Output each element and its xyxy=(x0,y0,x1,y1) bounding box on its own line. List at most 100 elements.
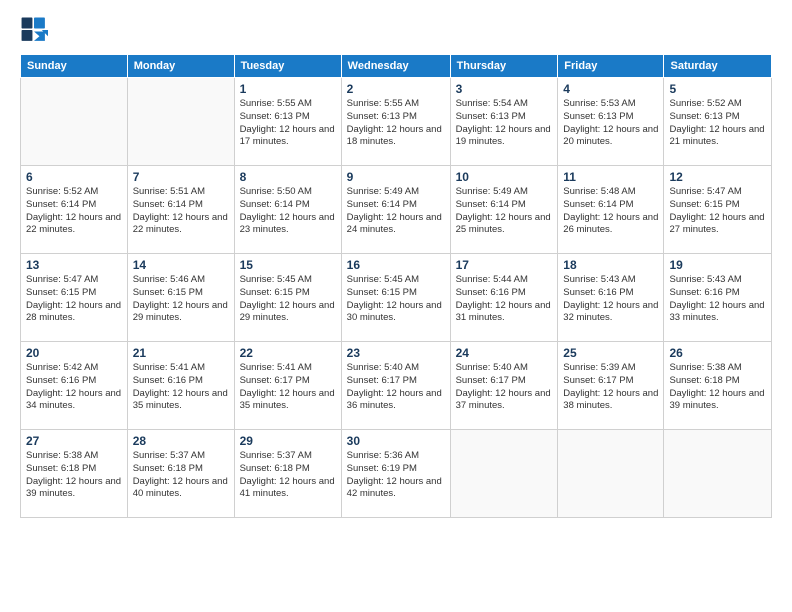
day-number: 28 xyxy=(133,434,229,448)
calendar-cell: 18 Sunrise: 5:43 AM Sunset: 6:16 PM Dayli… xyxy=(558,254,664,342)
calendar-week-4: 20 Sunrise: 5:42 AM Sunset: 6:16 PM Dayli… xyxy=(21,342,772,430)
calendar-cell: 2 Sunrise: 5:55 AM Sunset: 6:13 PM Daylig… xyxy=(341,78,450,166)
day-detail: Sunrise: 5:55 AM Sunset: 6:13 PM Dayligh… xyxy=(240,98,336,149)
calendar-cell: 25Sunrise: 5:39 AM Sunset: 6:17 PM Dayli… xyxy=(558,342,664,430)
day-detail: Sunrise: 5:50 AM Sunset: 6:14 PM Dayligh… xyxy=(240,186,336,237)
day-number: 7 xyxy=(133,170,229,184)
calendar-cell: 28 Sunrise: 5:37 AM Sunset: 6:18 PM Dayli… xyxy=(127,430,234,518)
calendar-cell: 7 Sunrise: 5:51 AM Sunset: 6:14 PM Daylig… xyxy=(127,166,234,254)
calendar-cell: 19 Sunrise: 5:43 AM Sunset: 6:16 PM Dayli… xyxy=(664,254,772,342)
header xyxy=(20,16,772,44)
day-detail: Sunrise: 5:44 AM Sunset: 6:16 PM Dayligh… xyxy=(456,274,553,325)
day-number: 19 xyxy=(669,258,766,272)
calendar-cell xyxy=(21,78,128,166)
calendar-cell: 24 Sunrise: 5:40 AM Sunset: 6:17 PM Dayli… xyxy=(450,342,558,430)
day-number: 26 xyxy=(669,346,766,360)
day-number: 2 xyxy=(347,82,445,96)
day-detail: Sunrise: 5:47 AM Sunset: 6:15 PM Dayligh… xyxy=(669,186,766,237)
calendar-cell: 13 Sunrise: 5:47 AM Sunset: 6:15 PM Dayli… xyxy=(21,254,128,342)
day-detail: Sunrise: 5:40 AM Sunset: 6:17 PM Dayligh… xyxy=(347,362,445,413)
day-number: 6 xyxy=(26,170,122,184)
day-detail: Sunrise: 5:51 AM Sunset: 6:14 PM Dayligh… xyxy=(133,186,229,237)
calendar-cell: 26 Sunrise: 5:38 AM Sunset: 6:18 PM Dayli… xyxy=(664,342,772,430)
day-number: 25 xyxy=(563,346,658,360)
day-number: 12 xyxy=(669,170,766,184)
weekday-header-wednesday: Wednesday xyxy=(341,55,450,78)
day-number: 18 xyxy=(563,258,658,272)
day-detail: Sunrise: 5:38 AM Sunset: 6:18 PM Dayligh… xyxy=(26,450,122,501)
day-detail: Sunrise: 5:37 AM Sunset: 6:18 PM Dayligh… xyxy=(133,450,229,501)
calendar-week-5: 27 Sunrise: 5:38 AM Sunset: 6:18 PM Dayli… xyxy=(21,430,772,518)
calendar-cell: 22 Sunrise: 5:41 AM Sunset: 6:17 PM Dayli… xyxy=(234,342,341,430)
day-detail: Sunrise: 5:42 AM Sunset: 6:16 PM Dayligh… xyxy=(26,362,122,413)
calendar-cell xyxy=(558,430,664,518)
calendar-cell: 21 Sunrise: 5:41 AM Sunset: 6:16 PM Dayli… xyxy=(127,342,234,430)
calendar-cell: 4Sunrise: 5:53 AM Sunset: 6:13 PM Daylig… xyxy=(558,78,664,166)
day-detail: Sunrise: 5:52 AM Sunset: 6:14 PM Dayligh… xyxy=(26,186,122,237)
day-number: 30 xyxy=(347,434,445,448)
day-number: 8 xyxy=(240,170,336,184)
day-detail: Sunrise: 5:38 AM Sunset: 6:18 PM Dayligh… xyxy=(669,362,766,413)
calendar-cell: 27 Sunrise: 5:38 AM Sunset: 6:18 PM Dayli… xyxy=(21,430,128,518)
day-number: 10 xyxy=(456,170,553,184)
weekday-header-tuesday: Tuesday xyxy=(234,55,341,78)
day-number: 29 xyxy=(240,434,336,448)
page: SundayMondayTuesdayWednesdayThursdayFrid… xyxy=(0,0,792,612)
calendar-cell: 14Sunrise: 5:46 AM Sunset: 6:15 PM Dayli… xyxy=(127,254,234,342)
day-detail: Sunrise: 5:45 AM Sunset: 6:15 PM Dayligh… xyxy=(240,274,336,325)
day-detail: Sunrise: 5:40 AM Sunset: 6:17 PM Dayligh… xyxy=(456,362,553,413)
logo-icon xyxy=(20,16,48,44)
day-detail: Sunrise: 5:46 AM Sunset: 6:15 PM Dayligh… xyxy=(133,274,229,325)
weekday-header-monday: Monday xyxy=(127,55,234,78)
calendar-cell: 15 Sunrise: 5:45 AM Sunset: 6:15 PM Dayli… xyxy=(234,254,341,342)
weekday-header-thursday: Thursday xyxy=(450,55,558,78)
day-number: 4 xyxy=(563,82,658,96)
logo xyxy=(20,16,52,44)
calendar-cell: 17 Sunrise: 5:44 AM Sunset: 6:16 PM Dayli… xyxy=(450,254,558,342)
calendar-cell xyxy=(450,430,558,518)
day-number: 22 xyxy=(240,346,336,360)
day-number: 5 xyxy=(669,82,766,96)
day-detail: Sunrise: 5:45 AM Sunset: 6:15 PM Dayligh… xyxy=(347,274,445,325)
day-number: 23 xyxy=(347,346,445,360)
calendar-cell: 9 Sunrise: 5:49 AM Sunset: 6:14 PM Daylig… xyxy=(341,166,450,254)
weekday-header-friday: Friday xyxy=(558,55,664,78)
calendar-week-2: 6 Sunrise: 5:52 AM Sunset: 6:14 PM Daylig… xyxy=(21,166,772,254)
day-number: 1 xyxy=(240,82,336,96)
day-number: 21 xyxy=(133,346,229,360)
calendar-cell: 12 Sunrise: 5:47 AM Sunset: 6:15 PM Dayli… xyxy=(664,166,772,254)
calendar-week-3: 13 Sunrise: 5:47 AM Sunset: 6:15 PM Dayli… xyxy=(21,254,772,342)
day-detail: Sunrise: 5:36 AM Sunset: 6:19 PM Dayligh… xyxy=(347,450,445,501)
day-number: 13 xyxy=(26,258,122,272)
calendar-cell: 29Sunrise: 5:37 AM Sunset: 6:18 PM Dayli… xyxy=(234,430,341,518)
calendar-cell: 8 Sunrise: 5:50 AM Sunset: 6:14 PM Daylig… xyxy=(234,166,341,254)
day-detail: Sunrise: 5:52 AM Sunset: 6:13 PM Dayligh… xyxy=(669,98,766,149)
day-number: 3 xyxy=(456,82,553,96)
day-detail: Sunrise: 5:43 AM Sunset: 6:16 PM Dayligh… xyxy=(563,274,658,325)
day-detail: Sunrise: 5:41 AM Sunset: 6:16 PM Dayligh… xyxy=(133,362,229,413)
day-detail: Sunrise: 5:49 AM Sunset: 6:14 PM Dayligh… xyxy=(347,186,445,237)
day-number: 27 xyxy=(26,434,122,448)
day-detail: Sunrise: 5:49 AM Sunset: 6:14 PM Dayligh… xyxy=(456,186,553,237)
calendar-cell: 1 Sunrise: 5:55 AM Sunset: 6:13 PM Daylig… xyxy=(234,78,341,166)
calendar-week-1: 1 Sunrise: 5:55 AM Sunset: 6:13 PM Daylig… xyxy=(21,78,772,166)
day-detail: Sunrise: 5:55 AM Sunset: 6:13 PM Dayligh… xyxy=(347,98,445,149)
calendar-cell: 6 Sunrise: 5:52 AM Sunset: 6:14 PM Daylig… xyxy=(21,166,128,254)
calendar-cell: 10 Sunrise: 5:49 AM Sunset: 6:14 PM Dayli… xyxy=(450,166,558,254)
day-detail: Sunrise: 5:47 AM Sunset: 6:15 PM Dayligh… xyxy=(26,274,122,325)
day-detail: Sunrise: 5:43 AM Sunset: 6:16 PM Dayligh… xyxy=(669,274,766,325)
calendar-cell: 20 Sunrise: 5:42 AM Sunset: 6:16 PM Dayli… xyxy=(21,342,128,430)
calendar-header-row: SundayMondayTuesdayWednesdayThursdayFrid… xyxy=(21,55,772,78)
day-number: 15 xyxy=(240,258,336,272)
day-number: 9 xyxy=(347,170,445,184)
day-number: 17 xyxy=(456,258,553,272)
day-detail: Sunrise: 5:54 AM Sunset: 6:13 PM Dayligh… xyxy=(456,98,553,149)
calendar-cell: 30 Sunrise: 5:36 AM Sunset: 6:19 PM Dayli… xyxy=(341,430,450,518)
calendar-cell xyxy=(664,430,772,518)
day-detail: Sunrise: 5:41 AM Sunset: 6:17 PM Dayligh… xyxy=(240,362,336,413)
calendar-cell xyxy=(127,78,234,166)
day-number: 24 xyxy=(456,346,553,360)
weekday-header-sunday: Sunday xyxy=(21,55,128,78)
day-number: 20 xyxy=(26,346,122,360)
calendar-cell: 16Sunrise: 5:45 AM Sunset: 6:15 PM Dayli… xyxy=(341,254,450,342)
